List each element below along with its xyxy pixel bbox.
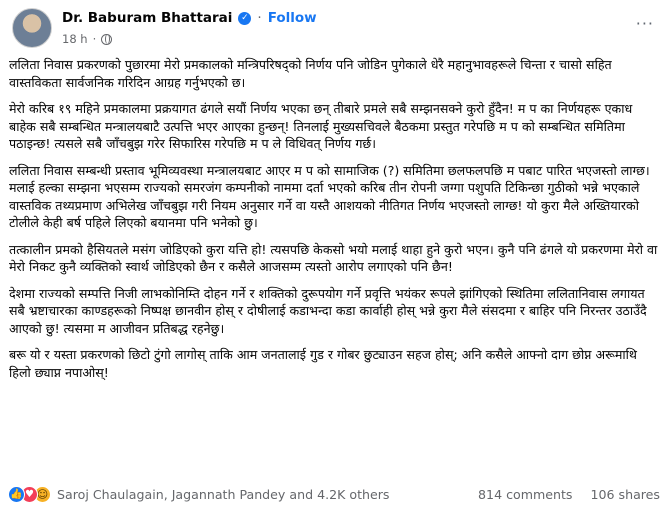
post-paragraph: बरू यो र यस्ता प्रकरणको छिटो टुंगो लागोस… [9, 347, 637, 380]
follow-button[interactable]: Follow [268, 10, 317, 26]
post-meta: 18 h · [62, 32, 113, 46]
reactors-text[interactable]: Saroj Chaulagain, Jagannath Pandey and 4… [57, 487, 389, 502]
globe-icon [101, 33, 113, 45]
post-paragraph: ललिता निवास सम्बन्धी प्रस्ताव भूमिव्यवस्… [9, 162, 650, 231]
shares-count[interactable]: 106 shares [590, 487, 660, 502]
comments-count[interactable]: 814 comments [478, 487, 572, 502]
post-paragraph: मेरो करिब १९ महिने प्रमकालमा प्रक्रयागत … [9, 101, 633, 151]
post-paragraph: देशमा राज्यको सम्पत्ति निजी लाभकोनिम्ति … [9, 285, 647, 336]
post-time[interactable]: 18 h [62, 32, 88, 46]
post-paragraph: तत्कालीन प्रमको हैसियतले मसंग जोडिएको कु… [9, 241, 658, 275]
post-body: ललिता निवास प्रकरणको पुछारमा मेरो प्रमका… [9, 56, 661, 390]
post-footer: 👍 ♥ ☺ Saroj Chaulagain, Jagannath Pandey… [8, 480, 660, 508]
post-paragraph: ललिता निवास प्रकरणको पुछारमा मेरो प्रमका… [9, 57, 612, 90]
author-name[interactable]: Dr. Baburam Bhattarai [62, 10, 232, 26]
post-stats: 814 comments 106 shares [478, 487, 660, 502]
separator-dot: · [92, 32, 97, 46]
post-header: Dr. Baburam Bhattarai ✓ · Follow 18 h · … [8, 6, 660, 56]
author-row: Dr. Baburam Bhattarai ✓ · Follow [62, 10, 317, 26]
avatar[interactable] [12, 8, 52, 48]
like-reaction-icon: 👍 [8, 485, 25, 503]
verified-badge-icon: ✓ [238, 11, 252, 25]
more-options-icon[interactable]: ··· [636, 14, 654, 33]
reactions-summary[interactable]: 👍 ♥ ☺ [8, 485, 51, 503]
separator-dot: · [257, 10, 262, 26]
